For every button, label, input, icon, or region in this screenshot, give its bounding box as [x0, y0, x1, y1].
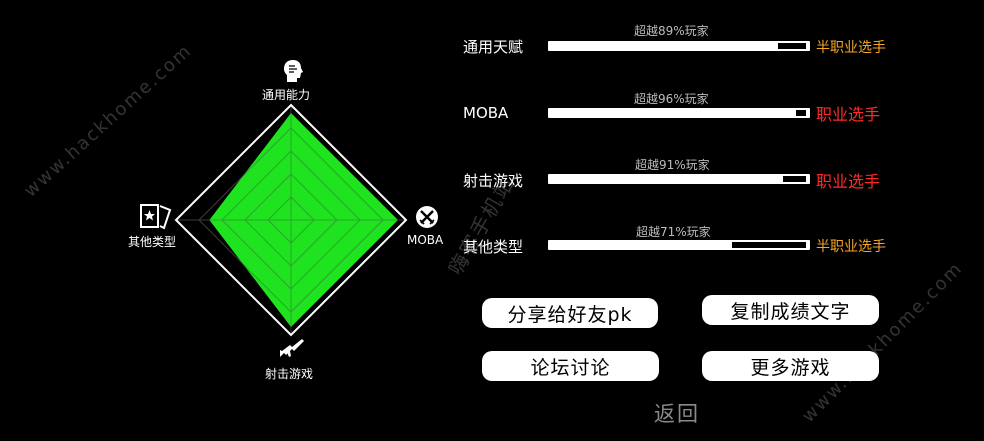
skill-rank: 半职业选手 — [816, 40, 886, 56]
axis-label-moba: MOBA — [407, 233, 444, 247]
skill-caption: 超越91%玩家 — [635, 158, 710, 172]
skill-label: MOBA — [463, 104, 509, 122]
skill-progress-fill — [550, 43, 778, 49]
back-button[interactable]: 返回 — [654, 398, 700, 428]
rifle-icon — [278, 338, 306, 364]
skill-label: 其他类型 — [463, 238, 524, 256]
skill-progress-bar — [548, 108, 810, 118]
axis-label-general: 通用能力 — [262, 88, 311, 102]
skill-rank: 职业选手 — [816, 105, 881, 124]
skill-label: 射击游戏 — [463, 172, 524, 190]
skill-rank: 半职业选手 — [816, 239, 886, 255]
axis-label-other: 其他类型 — [128, 235, 177, 249]
forum-button[interactable]: 论坛讨论 — [482, 351, 659, 381]
crossed-swords-icon — [415, 205, 439, 233]
axis-label-shooter: 射击游戏 — [265, 367, 314, 381]
skill-label: 通用天赋 — [463, 38, 524, 56]
skill-caption: 超越71%玩家 — [636, 225, 711, 239]
skill-progress-bar — [548, 41, 810, 51]
cards-star-icon — [138, 202, 174, 234]
radar-grid-overlay — [176, 105, 406, 335]
skill-rank: 职业选手 — [816, 172, 881, 191]
share-pk-button[interactable]: 分享给好友pk — [482, 298, 658, 328]
skill-caption: 超越96%玩家 — [634, 92, 709, 106]
skill-progress-fill — [550, 110, 796, 116]
head-profile-icon — [280, 58, 306, 88]
skill-progress-fill — [550, 242, 732, 248]
copy-result-button[interactable]: 复制成绩文字 — [702, 295, 879, 325]
more-games-button[interactable]: 更多游戏 — [702, 351, 879, 381]
skill-progress-bar — [548, 240, 810, 250]
skill-progress-fill — [550, 176, 783, 182]
skill-progress-bar — [548, 174, 810, 184]
skill-caption: 超越89%玩家 — [634, 24, 709, 38]
